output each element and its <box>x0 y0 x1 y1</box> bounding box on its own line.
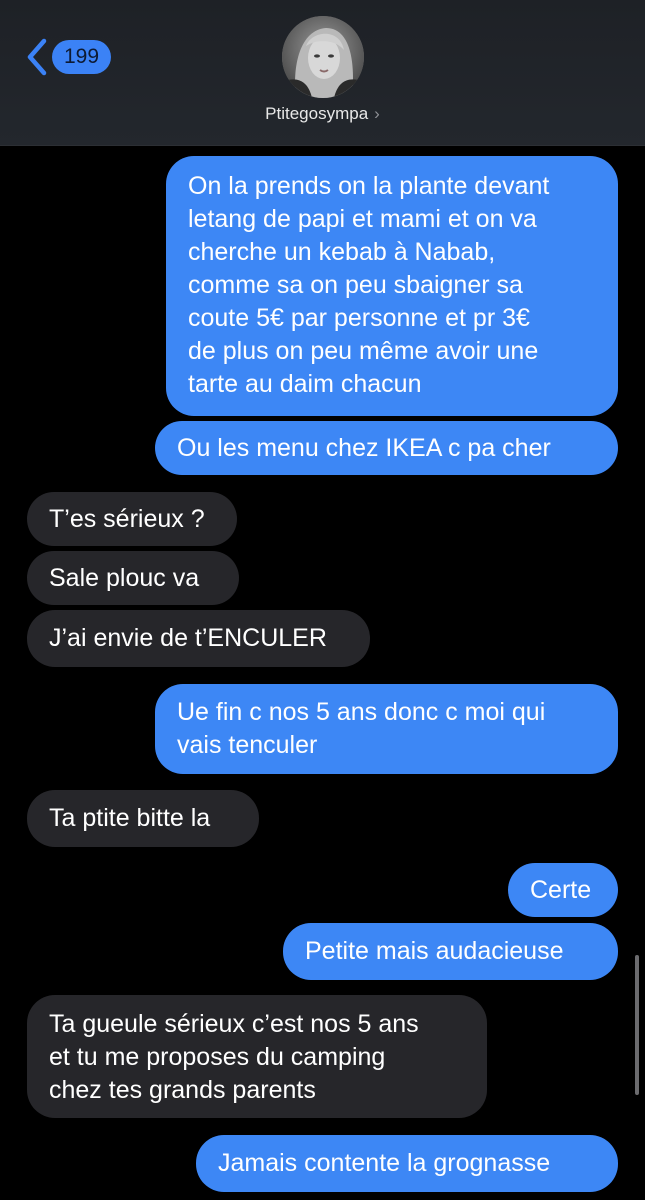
contact-name-button[interactable]: Ptitegosympa › <box>0 104 645 124</box>
contact-avatar[interactable] <box>282 16 364 98</box>
message-bubble-incoming[interactable]: T’es sérieux ? <box>27 492 237 546</box>
unread-count-badge: 199 <box>52 40 112 74</box>
contact-name: Ptitegosympa <box>265 104 369 123</box>
message-bubble-outgoing[interactable]: On la prends on la plante devant letang … <box>166 156 618 416</box>
message-bubble-outgoing[interactable]: Ou les menu chez IKEA c pa cher <box>155 421 625 475</box>
chevron-left-icon <box>27 38 47 76</box>
back-button[interactable]: 199 <box>26 38 112 76</box>
message-bubble-outgoing[interactable]: Jamais contente la grognasse <box>196 1135 625 1192</box>
message-bubble-incoming[interactable]: J’ai envie de t’ENCULER <box>20 610 370 667</box>
message-bubble-incoming[interactable]: Sale plouc va <box>27 551 239 605</box>
message-bubble-outgoing[interactable]: Ue fin c nos 5 ans donc c moi qui vais t… <box>155 684 625 774</box>
message-bubble-incoming[interactable]: Ta gueule sérieux c’est nos 5 ans et tu … <box>20 995 487 1118</box>
message-bubble-incoming[interactable]: Ta ptite bitte la <box>20 790 259 847</box>
message-bubble-outgoing[interactable]: Certe <box>508 863 618 917</box>
conversation-header: 199 Ptitegosympa › <box>0 0 645 146</box>
scrollbar[interactable] <box>635 955 639 1095</box>
avatar-photo <box>282 16 364 98</box>
chevron-right-icon: › <box>374 104 380 123</box>
message-bubble-outgoing[interactable]: Petite mais audacieuse <box>283 923 625 980</box>
